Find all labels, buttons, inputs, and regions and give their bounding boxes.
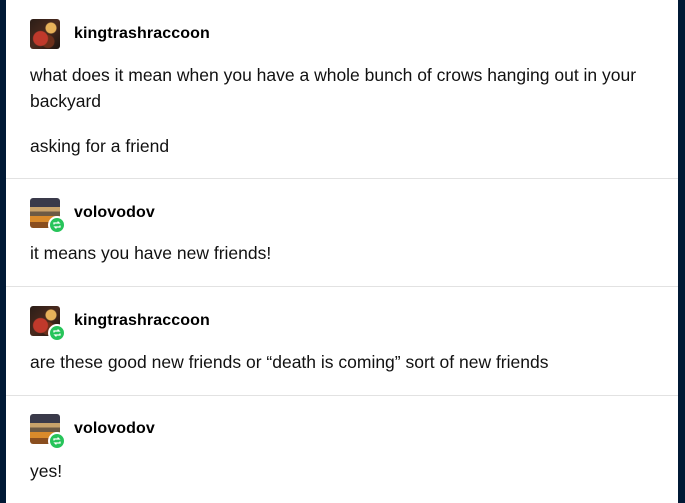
raccoon-avatar-icon bbox=[30, 19, 60, 49]
reblog-thread: kingtrashraccoon what does it mean when … bbox=[6, 0, 678, 503]
username-link[interactable]: kingtrashraccoon bbox=[74, 25, 210, 43]
username-link[interactable]: volovodov bbox=[74, 420, 155, 438]
post-text: what does it mean when you have a whole … bbox=[30, 65, 637, 111]
avatar[interactable] bbox=[30, 414, 66, 450]
post-text: are these good new friends or “death is … bbox=[30, 352, 549, 372]
post-text: asking for a friend bbox=[30, 136, 170, 156]
post-text: it means you have new friends! bbox=[30, 243, 272, 263]
reblog-icon bbox=[48, 216, 66, 234]
divider bbox=[6, 395, 678, 396]
reblog-icon bbox=[48, 432, 66, 450]
avatar[interactable] bbox=[30, 306, 66, 342]
post-header: kingtrashraccoon bbox=[30, 18, 210, 50]
post-text: yes! bbox=[30, 461, 63, 481]
reblog-icon bbox=[48, 324, 66, 342]
post-header: volovodov bbox=[30, 197, 155, 234]
username-link[interactable]: kingtrashraccoon bbox=[74, 312, 210, 330]
divider bbox=[6, 286, 678, 287]
avatar[interactable] bbox=[30, 198, 66, 234]
avatar[interactable] bbox=[30, 19, 60, 49]
username-link[interactable]: volovodov bbox=[74, 204, 155, 222]
post-header: kingtrashraccoon bbox=[30, 305, 210, 342]
divider bbox=[6, 178, 678, 179]
post-header: volovodov bbox=[30, 413, 155, 450]
